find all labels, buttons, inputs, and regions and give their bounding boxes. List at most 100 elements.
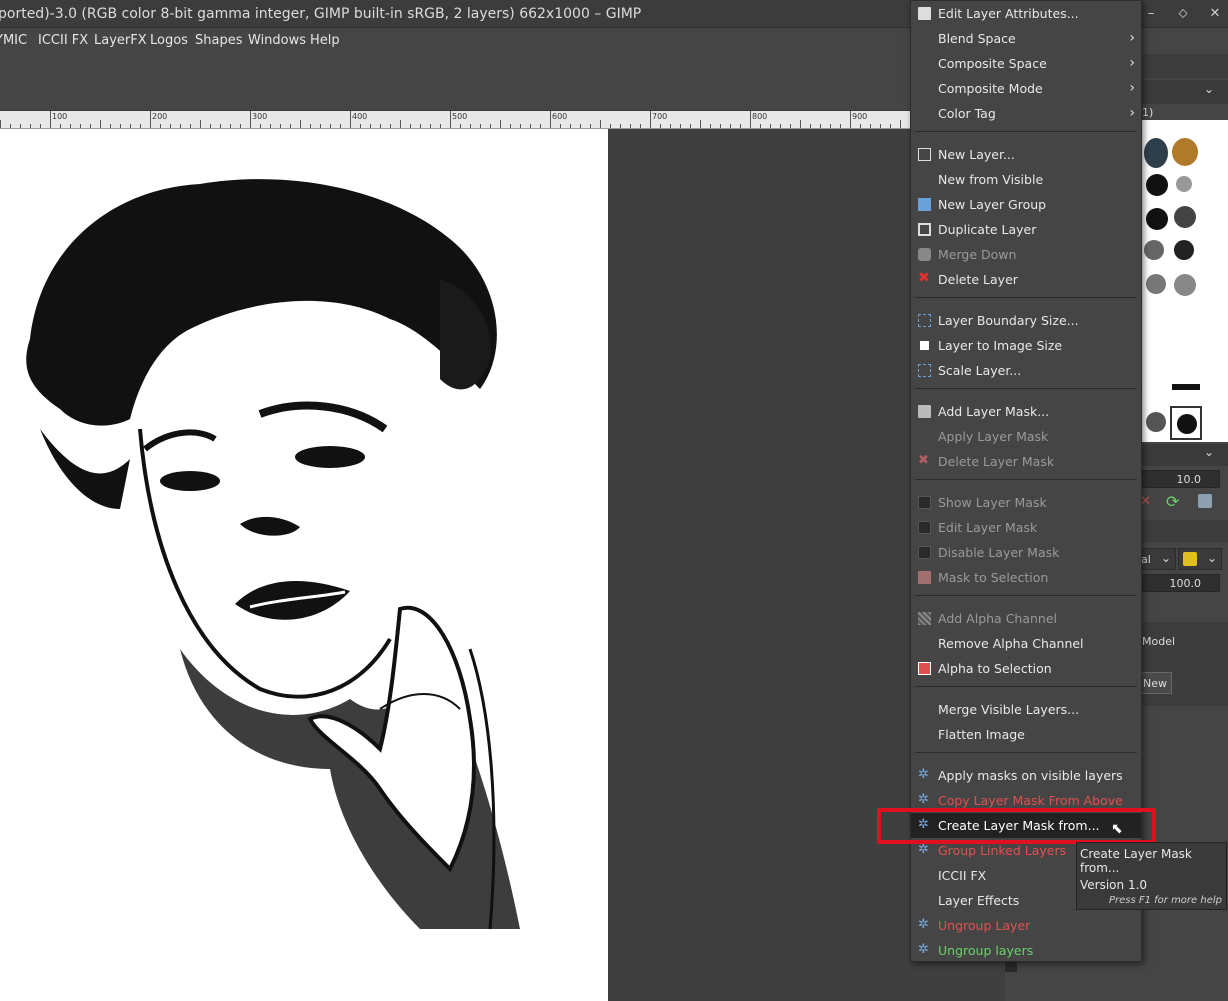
ruler-tick [450, 111, 451, 128]
alpha-selection-icon [918, 662, 931, 675]
minimize-icon[interactable]: – [1142, 5, 1160, 23]
ruler-tick [760, 124, 761, 128]
chevron-down-icon: ⌄ [1160, 551, 1171, 565]
menu-item-delete-layer-mask[interactable]: ✖ Delete Layer Mask [911, 449, 1141, 474]
layer-mode-select[interactable]: al ⌄ [1140, 548, 1176, 570]
menu-item-merge-down[interactable]: Merge Down [911, 242, 1141, 267]
menu-item-remove-alpha-channel[interactable]: Remove Alpha Channel [911, 631, 1141, 656]
ruler-tick [140, 124, 141, 128]
ruler-tick [360, 124, 361, 128]
menu-logos[interactable]: Logos [150, 33, 188, 48]
brush-thumbnail[interactable] [1176, 176, 1192, 192]
ruler-tick [490, 124, 491, 128]
menu-item-new-layer[interactable]: New Layer... [911, 142, 1141, 167]
highlight-annotation-box [877, 808, 1156, 844]
image-canvas[interactable] [0, 129, 608, 1001]
ruler-tick [460, 124, 461, 128]
brush-selected[interactable] [1170, 406, 1202, 440]
menu-item-add-layer-mask[interactable]: Add Layer Mask... [911, 399, 1141, 424]
refresh-icon[interactable]: ⟳ [1166, 492, 1179, 511]
brush-thumbnail[interactable] [1146, 412, 1166, 432]
menu-help[interactable]: Help [310, 33, 340, 48]
menu-layerfx[interactable]: LayerFX [94, 33, 147, 48]
menu-item-layer-boundary-size[interactable]: Layer Boundary Size... [911, 308, 1141, 333]
menu-symmetry[interactable]: YMIC [0, 33, 27, 48]
brush-thumbnail[interactable] [1146, 208, 1168, 230]
brush-thumbnail[interactable] [1146, 174, 1168, 196]
new-layer-icon [918, 148, 931, 161]
new-button[interactable]: New [1140, 672, 1172, 694]
ruler-label: 400 [352, 112, 368, 121]
brush-grid[interactable] [1140, 120, 1228, 442]
ruler-tick [80, 124, 81, 128]
brush-thumbnail[interactable] [1146, 274, 1166, 294]
menu-item-edit-layer-attributes[interactable]: Edit Layer Attributes... [911, 1, 1141, 26]
menu-item-scale-layer[interactable]: Scale Layer... [911, 358, 1141, 383]
menu-windows[interactable]: Windows [248, 33, 306, 48]
chevron-down-icon[interactable]: ⌄ [1204, 82, 1214, 96]
ruler-label: 500 [452, 112, 468, 121]
tooltip: Create Layer Mask from... Version 1.0 Pr… [1076, 842, 1227, 910]
brush-thumbnail[interactable] [1174, 274, 1196, 296]
menu-item-add-alpha-channel[interactable]: Add Alpha Channel [911, 606, 1141, 631]
ruler-tick [510, 124, 511, 128]
menu-item-new-layer-group[interactable]: New Layer Group [911, 192, 1141, 217]
checkbox-icon [918, 496, 931, 509]
ruler-tick [850, 111, 851, 128]
menu-iccii-fx[interactable]: ICCII FX [38, 33, 88, 48]
ruler-label: 800 [752, 112, 768, 121]
menu-item-show-layer-mask[interactable]: Show Layer Mask [911, 490, 1141, 515]
menu-item-layer-to-image-size[interactable]: Layer to Image Size [911, 333, 1141, 358]
brush-size-field[interactable]: 10.0 [1140, 470, 1220, 488]
brush-thumbnail[interactable] [1174, 206, 1196, 228]
menu-item-apply-masks-visible[interactable]: ✲ Apply masks on visible layers [911, 763, 1141, 788]
menu-item-apply-layer-mask[interactable]: Apply Layer Mask [911, 424, 1141, 449]
menu-item-ungroup-layers[interactable]: ✲ Ungroup layers [911, 938, 1141, 963]
separator [915, 388, 1137, 389]
ruler-tick [110, 124, 111, 128]
menu-item-mask-to-selection[interactable]: Mask to Selection [911, 565, 1141, 590]
ruler-tick [440, 124, 441, 128]
ruler-tick [260, 124, 261, 128]
opacity-field[interactable]: 100.0 [1140, 574, 1220, 592]
document-icon[interactable] [1198, 494, 1212, 508]
menu-item-ungroup-layer[interactable]: ✲ Ungroup Layer [911, 913, 1141, 938]
composite-mode-select[interactable]: ⌄ [1178, 548, 1222, 570]
ruler-tick [270, 124, 271, 128]
ruler-tick [820, 124, 821, 128]
brush-thumbnail[interactable] [1174, 240, 1194, 260]
separator [915, 297, 1137, 298]
ruler-tick [290, 124, 291, 128]
chevron-down-icon[interactable]: ⌄ [1204, 445, 1214, 459]
brush-thumbnail[interactable] [1172, 384, 1200, 390]
ruler-tick [720, 124, 721, 128]
menu-item-merge-visible-layers[interactable]: Merge Visible Layers... [911, 697, 1141, 722]
menu-item-disable-layer-mask[interactable]: Disable Layer Mask [911, 540, 1141, 565]
ruler-tick [380, 124, 381, 128]
menu-item-blend-space[interactable]: Blend Space › [911, 26, 1141, 51]
menu-item-delete-layer[interactable]: ✖ Delete Layer [911, 267, 1141, 292]
tooltip-hint: Press F1 for more help [1108, 895, 1222, 906]
menu-item-new-from-visible[interactable]: New from Visible [911, 167, 1141, 192]
ruler-tick [580, 124, 581, 128]
script-icon: ✲ [918, 917, 929, 932]
brush-thumbnail[interactable] [1144, 138, 1168, 168]
close-icon[interactable]: ✕ [1206, 5, 1224, 23]
menu-item-composite-mode[interactable]: Composite Mode › [911, 76, 1141, 101]
ruler-tick [670, 124, 671, 128]
horizontal-ruler[interactable]: 100 200 300 400 500 600 700 800 900 [0, 111, 1030, 129]
menu-item-alpha-to-selection[interactable]: Alpha to Selection [911, 656, 1141, 681]
menu-item-composite-space[interactable]: Composite Space › [911, 51, 1141, 76]
menu-item-color-tag[interactable]: Color Tag › [911, 101, 1141, 126]
ruler-tick [650, 111, 651, 128]
brush-thumbnail[interactable] [1172, 138, 1198, 166]
menu-item-flatten-image[interactable]: Flatten Image [911, 722, 1141, 747]
menu-item-edit-layer-mask[interactable]: Edit Layer Mask [911, 515, 1141, 540]
maximize-icon[interactable]: ⬦ [1174, 5, 1192, 23]
ruler-tick [90, 124, 91, 128]
delete-icon: ✖ [918, 270, 930, 286]
brush-thumbnail[interactable] [1144, 240, 1164, 260]
menu-item-duplicate-layer[interactable]: Duplicate Layer [911, 217, 1141, 242]
ruler-tick [500, 120, 501, 128]
menu-shapes[interactable]: Shapes [195, 33, 242, 48]
